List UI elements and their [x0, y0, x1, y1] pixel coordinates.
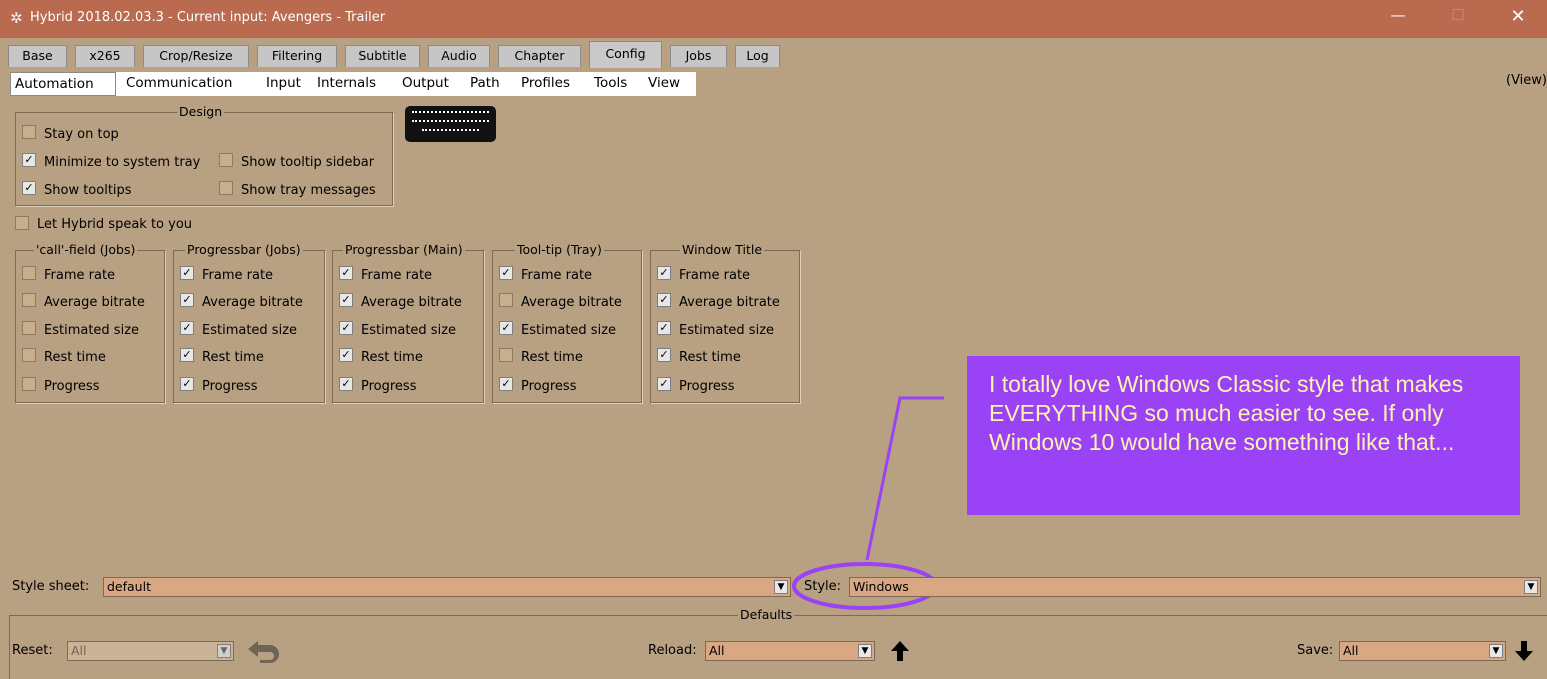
style-sheet-dropdown[interactable]: default ▼ [103, 577, 791, 597]
chevron-down-icon[interactable]: ▼ [1524, 580, 1538, 594]
annotation-line [865, 396, 944, 561]
style-dropdown[interactable]: Windows ▼ [849, 577, 1541, 597]
save-label: Save: [1297, 643, 1334, 658]
reload-label: Reload: [648, 643, 697, 658]
reload-dropdown[interactable]: All ▼ [705, 641, 875, 661]
arrow-down-icon[interactable] [1513, 639, 1535, 663]
undo-arrow-shape [248, 641, 279, 663]
reset-dropdown[interactable]: All ▼ [67, 641, 234, 661]
style-label: Style: [804, 579, 842, 594]
style-value: Windows [853, 579, 909, 594]
style-sheet-value: default [107, 579, 151, 594]
arrow-down-shape [1515, 641, 1533, 661]
chevron-down-icon[interactable]: ▼ [1489, 644, 1503, 658]
undo-icon[interactable] [246, 637, 282, 665]
chevron-down-icon[interactable]: ▼ [217, 644, 231, 658]
chevron-down-icon[interactable]: ▼ [858, 644, 872, 658]
save-dropdown[interactable]: All ▼ [1339, 641, 1506, 661]
reset-label: Reset: [12, 643, 53, 658]
reload-value: All [709, 643, 725, 658]
chevron-down-icon[interactable]: ▼ [774, 580, 788, 594]
save-value: All [1343, 643, 1359, 658]
arrow-up-icon[interactable] [889, 639, 911, 663]
reset-value: All [71, 643, 87, 658]
style-sheet-label: Style sheet: [12, 579, 90, 594]
arrow-up-shape [891, 641, 909, 661]
defaults-legend: Defaults [738, 607, 795, 622]
